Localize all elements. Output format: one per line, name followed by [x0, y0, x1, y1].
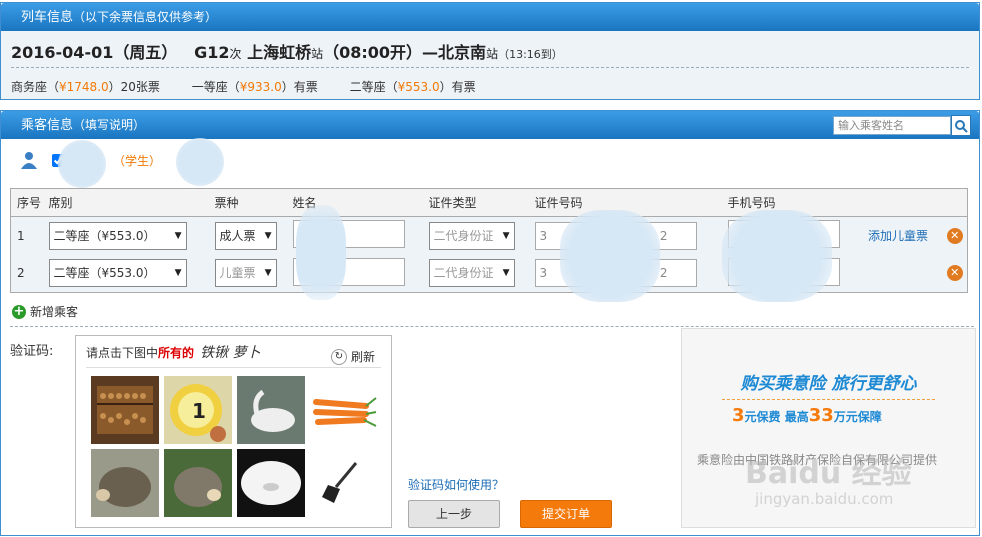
id-type-select[interactable]: 二代身份证 — [428, 221, 515, 250]
baidu-watermark-url: jingyan.baidu.com — [755, 490, 894, 508]
depart-time: （08:00开） — [323, 43, 423, 62]
train-number-suffix: 次 — [229, 47, 242, 61]
delete-icon[interactable]: ✕ — [946, 265, 963, 282]
passenger-info-header: 乘客信息（填写说明） 输入乘客姓名 — [1, 111, 979, 139]
captcha-image-grid: 1 — [91, 376, 381, 517]
search-button[interactable] — [951, 115, 971, 136]
train-date: 2016-04-01（周五） — [11, 43, 178, 62]
passenger-info-note[interactable]: （填写说明） — [73, 118, 145, 132]
seat-availability: 商务座（¥1748.0）20张票 一等座（¥933.0）有票 二等座（¥553.… — [11, 78, 504, 95]
train-info-panel: 列车信息（以下余票信息仅供参考） 2016-04-01（周五） G12次 上海虹… — [0, 2, 980, 100]
divider — [722, 399, 935, 400]
captcha-image-hedgehog[interactable] — [164, 449, 232, 517]
redacted-name — [176, 138, 224, 186]
redacted-id — [560, 210, 660, 302]
svg-text:1: 1 — [192, 399, 206, 423]
from-suffix: 站 — [311, 47, 324, 61]
train-to: 北京南 — [438, 43, 487, 62]
train-number: G12 — [194, 43, 230, 62]
train-info-title: 列车信息 — [21, 10, 74, 25]
captcha-refresh-button[interactable]: ↻ 刷新 — [330, 346, 375, 368]
user-icon — [21, 152, 37, 169]
row-number: 2 — [10, 254, 43, 293]
captcha-image-swan[interactable] — [237, 376, 305, 444]
insurance-title: 购买乘意险 旅行更舒心 — [740, 374, 917, 394]
row-number: 1 — [10, 216, 43, 255]
col-header: 席别 — [42, 188, 209, 217]
captcha-help-link[interactable]: 验证码如何使用？ — [408, 476, 504, 493]
add-passenger-button[interactable]: + 新增乘客 — [12, 303, 78, 320]
passenger-chooser: （学生） — [20, 148, 197, 172]
col-header: 序号 — [10, 188, 43, 217]
col-header: 证件类型 — [422, 188, 529, 217]
captcha-image-bowl[interactable] — [237, 449, 305, 517]
col-header: 票种 — [208, 188, 287, 217]
ticket-type-select[interactable]: 成人票 — [214, 221, 277, 250]
train-summary: 2016-04-01（周五） G12次 上海虹桥站（08:00开）—北京南站（1… — [11, 39, 563, 63]
insurance-subtitle: 3元保费 最高33万元保障 — [732, 405, 882, 426]
baidu-watermark: Baidu 经验 — [745, 456, 912, 491]
submit-order-button[interactable]: 提交订单 — [520, 500, 612, 528]
captcha-panel: 请点击下图中所有的 铁锹 萝卜 ↻ 刷新 1 — [75, 335, 392, 528]
train-info-note: （以下余票信息仅供参考） — [73, 10, 218, 24]
captcha-image-badge[interactable]: 1 — [164, 376, 232, 444]
id-type-select[interactable]: 二代身份证 — [428, 259, 515, 288]
divider — [11, 67, 969, 68]
captcha-label: 验证码: — [10, 344, 54, 359]
plus-icon: + — [12, 303, 26, 319]
seat-business: 商务座（¥1748.0）20张票 — [11, 80, 160, 94]
seat-first-class: 一等座（¥933.0）有票 — [191, 80, 318, 94]
route-arrow: — — [422, 43, 439, 62]
train-from: 上海虹桥 — [247, 43, 312, 62]
to-suffix: 站 — [486, 47, 499, 61]
add-child-ticket-link[interactable]: 添加儿童票 — [868, 229, 928, 243]
captcha-image-carrots[interactable] — [310, 376, 378, 444]
previous-step-button[interactable]: 上一步 — [408, 500, 500, 528]
captcha-image-abacus[interactable] — [91, 376, 159, 444]
captcha-image-hedgehog[interactable] — [91, 449, 159, 517]
search-icon — [955, 119, 968, 133]
refresh-icon: ↻ — [330, 349, 347, 365]
train-info-header: 列车信息（以下余票信息仅供参考） — [1, 3, 979, 31]
captcha-image-shovel[interactable] — [310, 449, 378, 517]
passenger-search-input[interactable]: 输入乘客姓名 — [833, 116, 951, 135]
ticket-type-select[interactable]: 儿童票 — [214, 259, 277, 288]
captcha-target-words: 铁锹 萝卜 — [200, 345, 261, 361]
divider — [10, 326, 974, 327]
delete-icon[interactable]: ✕ — [946, 227, 963, 244]
passenger-info-title: 乘客信息 — [21, 118, 74, 133]
captcha-prompt: 请点击下图中所有的 铁锹 萝卜 ↻ 刷新 — [86, 342, 381, 368]
add-passenger-label: 新增乘客 — [30, 305, 79, 319]
redacted-name — [296, 205, 346, 300]
seat-second-class: 二等座（¥553.0）有票 — [349, 80, 476, 94]
arrive-time: （13:16到） — [498, 48, 563, 61]
seat-select[interactable]: 二等座（¥553.0） — [48, 259, 187, 288]
seat-select[interactable]: 二等座（¥553.0） — [48, 221, 187, 250]
redacted-phone — [722, 210, 832, 302]
student-tag: （学生） — [113, 153, 162, 168]
table-header-row: 序号 席别 票种 姓名 证件类型 证件号码 手机号码 — [10, 188, 968, 217]
redacted-name — [58, 140, 106, 188]
